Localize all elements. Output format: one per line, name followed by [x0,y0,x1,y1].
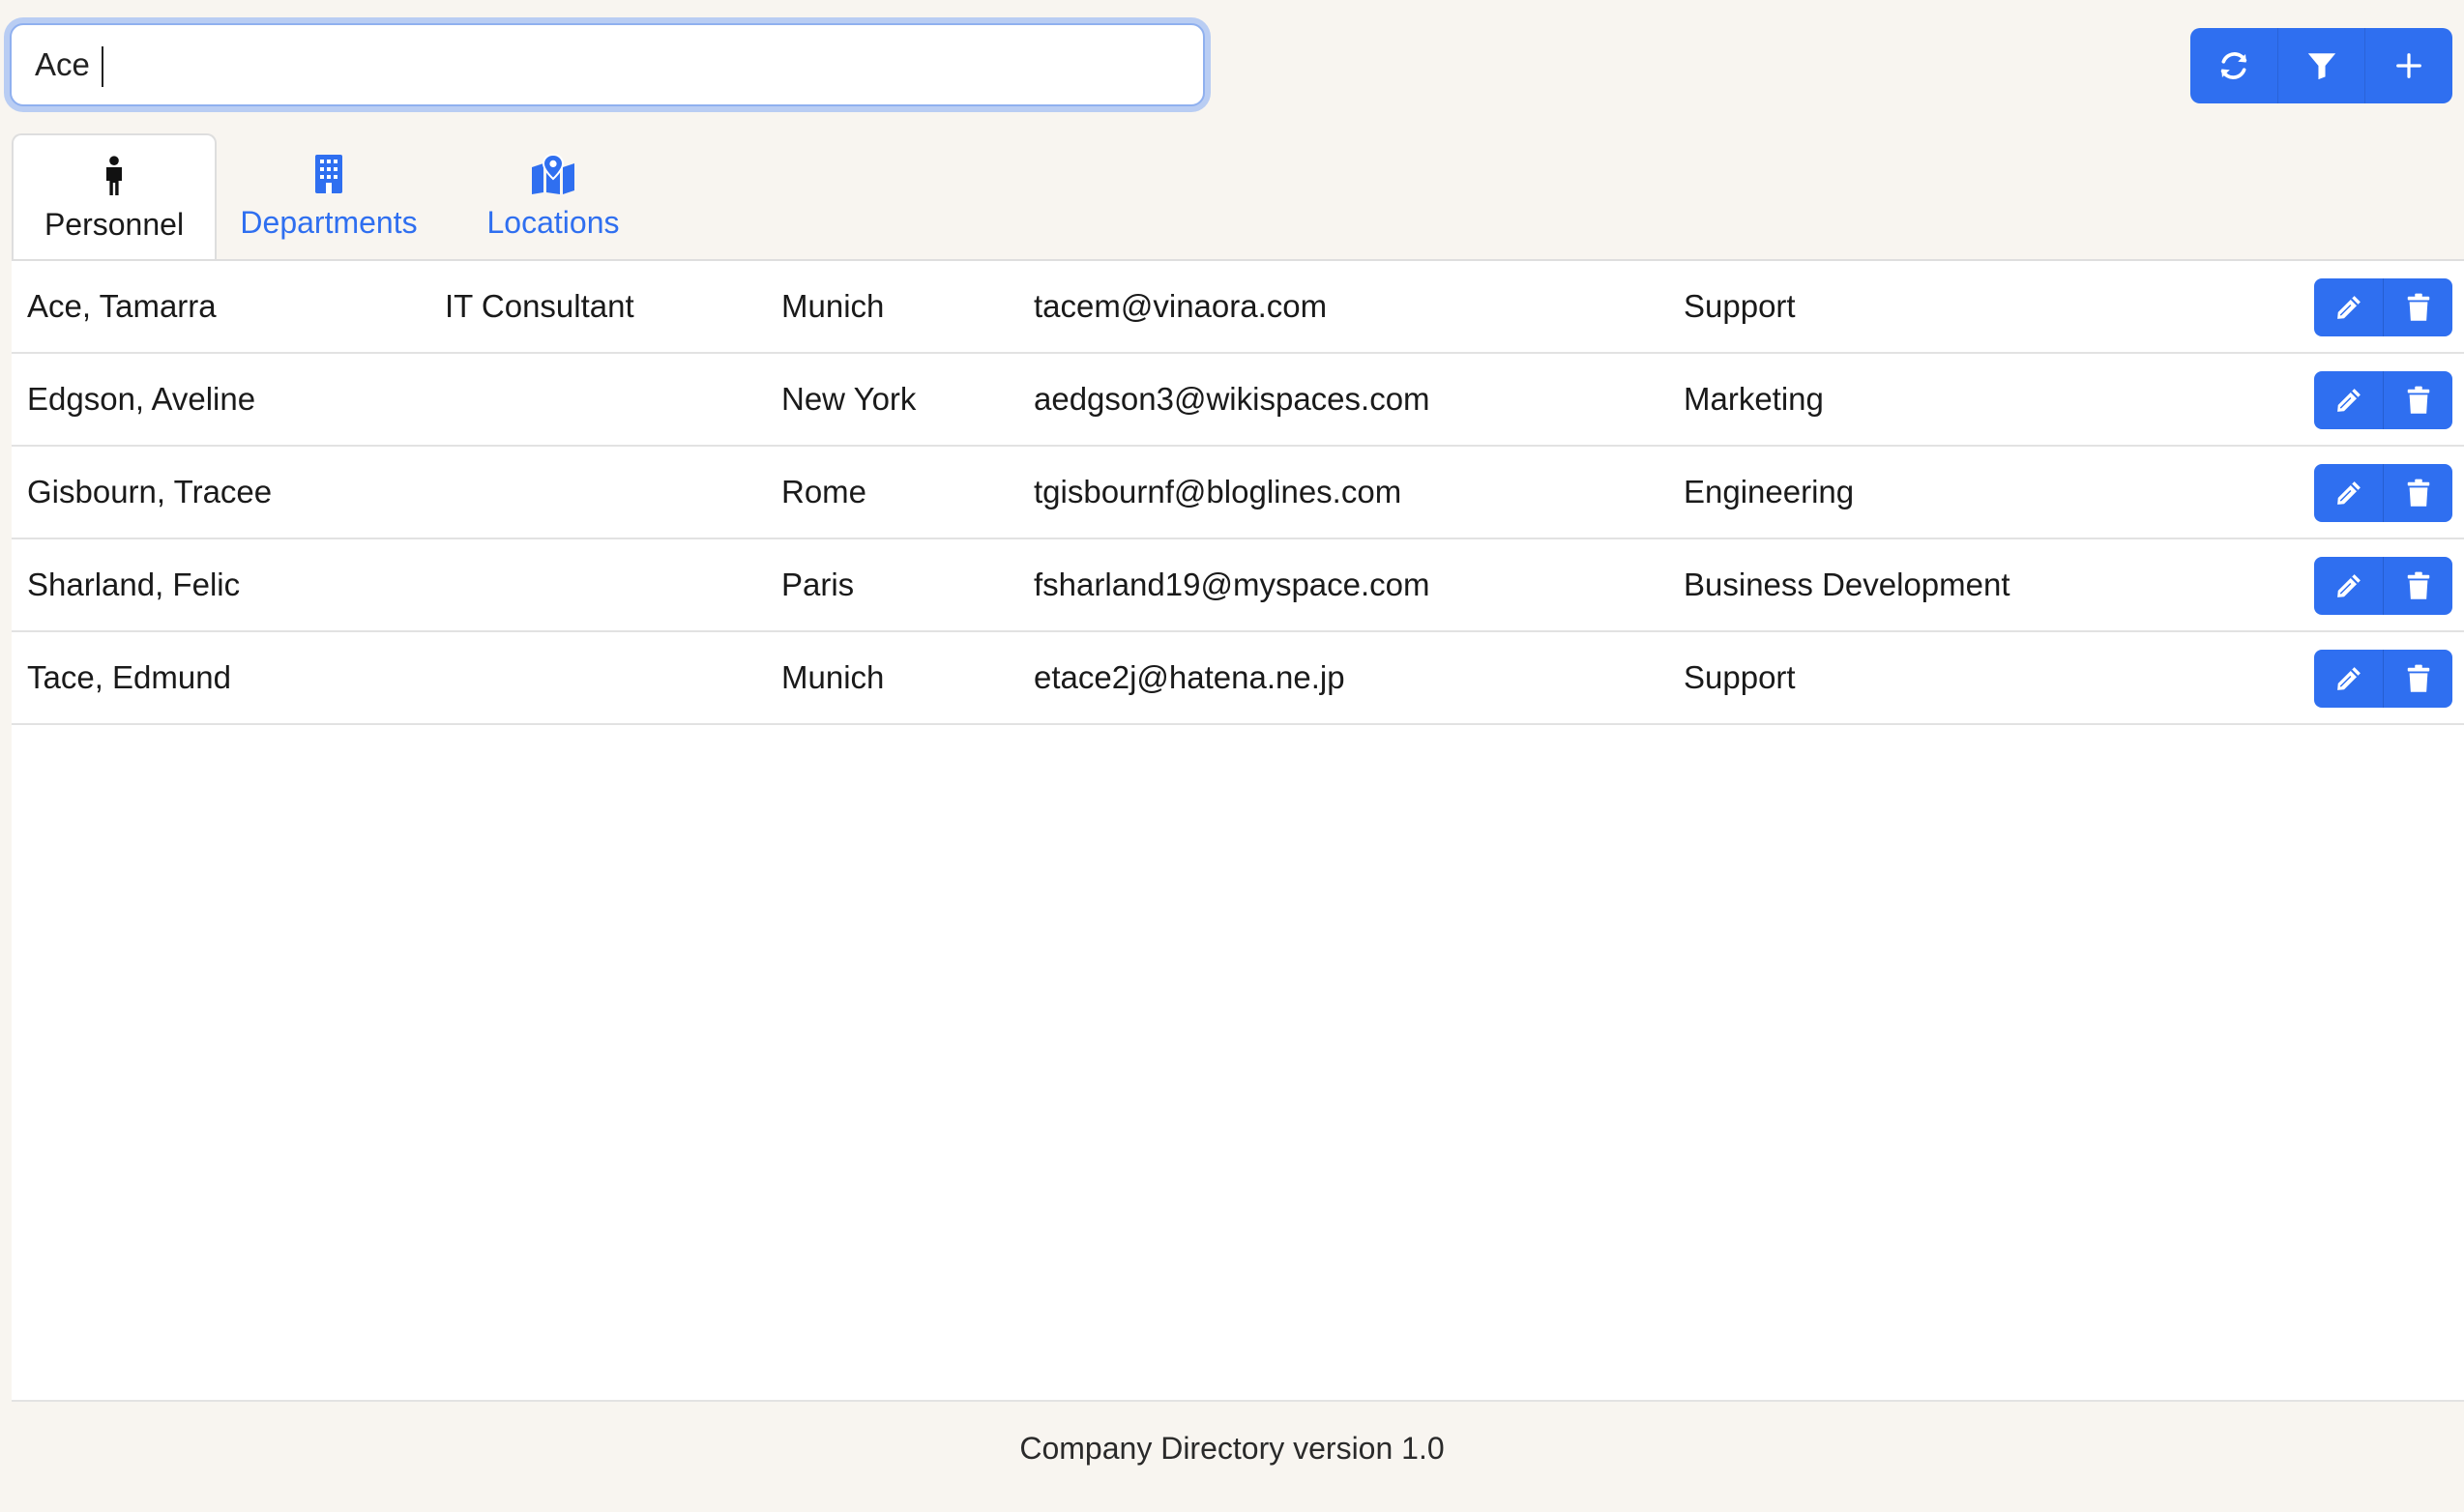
pencil-icon [2336,481,2361,505]
cell-name: Tace, Edmund [27,659,231,695]
pencil-icon [2336,667,2361,690]
cell-email: fsharland19@myspace.com [1034,567,1430,602]
plus-icon [2396,53,2422,78]
edit-button[interactable] [2314,278,2384,336]
filter-icon [2307,53,2335,80]
cell-email: aedgson3@wikispaces.com [1034,381,1430,417]
cell-email: tacem@vinaora.com [1034,288,1328,324]
cell-email: tgisbournf@bloglines.com [1034,474,1402,509]
text-caret [102,46,103,87]
row-actions [2314,464,2452,522]
cell-location: Munich [781,288,885,324]
row-actions [2314,650,2452,708]
delete-button[interactable] [2384,557,2452,615]
cell-department: Support [1684,288,1796,324]
cell-name: Ace, Tamarra [27,288,217,324]
map-location-icon [530,153,576,195]
edit-button[interactable] [2314,557,2384,615]
refresh-button[interactable] [2190,28,2278,103]
cell-location: New York [781,381,917,417]
tab-bar: Personnel Departments Locations [12,133,665,261]
edit-button[interactable] [2314,464,2384,522]
row-actions [2314,371,2452,429]
toolbar-button-group [2190,28,2452,103]
trash-icon [2407,293,2429,321]
table-row: Sharland, Felic Paris fsharland19@myspac… [12,539,2464,632]
search-box[interactable] [10,23,1205,106]
add-button[interactable] [2365,28,2452,103]
personnel-table: Ace, Tamarra IT Consultant Munich tacem@… [12,259,2464,1402]
trash-icon [2407,386,2429,414]
table-row: Ace, Tamarra IT Consultant Munich tacem@… [12,261,2464,354]
pencil-icon [2336,574,2361,597]
table-row: Edgson, Aveline New York aedgson3@wikisp… [12,354,2464,447]
table-row: Tace, Edmund Munich etace2j@hatena.ne.jp… [12,632,2464,725]
tab-departments-label: Departments [240,205,418,240]
cell-name: Edgson, Aveline [27,381,256,417]
edit-button[interactable] [2314,371,2384,429]
tab-departments[interactable]: Departments [217,133,441,261]
cell-department: Engineering [1684,474,1855,509]
filter-button[interactable] [2278,28,2366,103]
cell-location: Paris [781,567,855,602]
row-actions [2314,557,2452,615]
tab-locations-label: Locations [486,205,620,240]
refresh-icon [2220,52,2247,79]
cell-email: etace2j@hatena.ne.jp [1034,659,1345,695]
cell-name: Gisbourn, Tracee [27,474,273,509]
pencil-icon [2336,296,2361,319]
cell-location: Munich [781,659,885,695]
cell-department: Support [1684,659,1796,695]
edit-button[interactable] [2314,650,2384,708]
tab-locations[interactable]: Locations [441,133,665,261]
cell-job-title: IT Consultant [445,288,634,324]
row-actions [2314,278,2452,336]
footer-version-text: Company Directory version 1.0 [1019,1431,1445,1466]
cell-department: Marketing [1684,381,1824,417]
cell-name: Sharland, Felic [27,567,241,602]
person-icon [101,155,128,197]
cell-location: Rome [781,474,867,509]
pencil-icon [2336,389,2361,412]
trash-icon [2407,479,2429,507]
tab-personnel-label: Personnel [44,207,185,242]
trash-icon [2407,664,2429,692]
delete-button[interactable] [2384,371,2452,429]
building-icon [313,153,344,195]
delete-button[interactable] [2384,464,2452,522]
delete-button[interactable] [2384,650,2452,708]
cell-department: Business Development [1684,567,2010,602]
tab-personnel[interactable]: Personnel [12,133,217,261]
delete-button[interactable] [2384,278,2452,336]
search-input[interactable] [12,25,1203,104]
trash-icon [2407,571,2429,599]
table-row: Gisbourn, Tracee Rome tgisbournf@bloglin… [12,447,2464,539]
